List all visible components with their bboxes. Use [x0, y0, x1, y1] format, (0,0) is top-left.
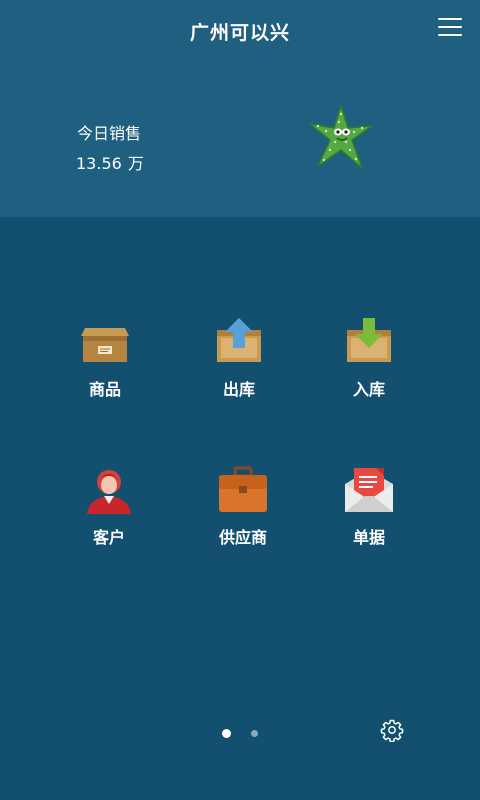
app-screen: 广州可以兴 今日销售 13.56 万 商品 出库 入库 客户 供应商 单据	[0, 0, 480, 800]
gear-icon[interactable]	[380, 718, 404, 742]
menu-item-products[interactable]: 商品	[50, 318, 160, 400]
today-sales-label: 今日销售	[77, 124, 142, 143]
starfish-mascot-icon	[309, 105, 373, 169]
supplier-briefcase-icon	[219, 466, 267, 512]
hamburger-menu-icon[interactable]	[438, 18, 462, 40]
page-dot-active[interactable]	[222, 729, 231, 738]
today-sales-amount: 13.56	[76, 154, 122, 173]
menu-item-label: 入库	[352, 380, 385, 399]
menu-item-label: 单据	[352, 528, 385, 547]
page-dot[interactable]	[251, 730, 258, 737]
product-box-icon	[81, 328, 129, 362]
menu-item-stock-in[interactable]: 入库	[314, 318, 424, 400]
menu-item-label: 商品	[88, 380, 121, 399]
today-sales-value: 13.56 万	[76, 150, 144, 174]
menu-item-label: 客户	[92, 528, 125, 547]
menu-item-label: 供应商	[218, 528, 267, 547]
document-envelope-icon	[345, 468, 393, 512]
menu-item-stock-out[interactable]: 出库	[184, 318, 294, 400]
page-indicator	[222, 729, 262, 739]
stock-out-icon	[217, 318, 261, 362]
menu-item-customers[interactable]: 客户	[54, 466, 164, 548]
menu-item-documents[interactable]: 单据	[314, 466, 424, 548]
customer-icon	[87, 470, 131, 514]
stock-in-icon	[347, 318, 391, 362]
page-title: 广州可以兴	[189, 22, 290, 44]
today-sales-unit: 万	[127, 154, 144, 173]
menu-item-suppliers[interactable]: 供应商	[188, 466, 298, 548]
menu-item-label: 出库	[222, 380, 255, 399]
